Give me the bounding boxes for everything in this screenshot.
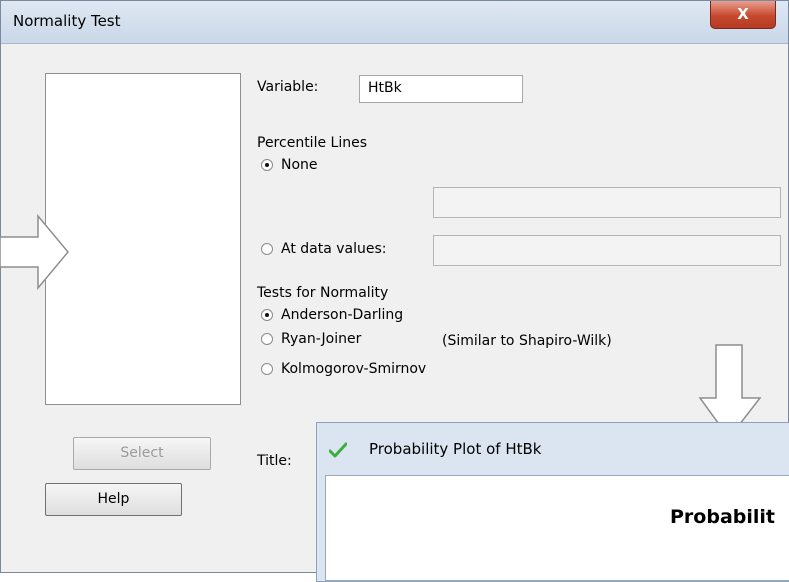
variable-list-box[interactable] [45, 73, 241, 405]
title-label: Title: [257, 453, 292, 469]
percentile-at-data-values-radio[interactable]: At data values: [261, 241, 387, 257]
test-anderson-darling-radio[interactable]: Anderson-Darling [261, 307, 403, 323]
percentile-none-field [433, 187, 781, 218]
percentile-none-radio[interactable]: None [261, 157, 318, 173]
dialog-titlebar[interactable]: Normality Test X [1, 1, 788, 44]
percentile-none-label: None [281, 157, 318, 173]
percentile-data-values-field[interactable] [433, 235, 781, 266]
test-ryan-joiner-radio[interactable]: Ryan-Joiner [261, 331, 361, 347]
radio-checked-indicator [261, 309, 273, 321]
help-button[interactable]: Help [45, 483, 182, 516]
tests-for-normality-label: Tests for Normality [257, 285, 389, 301]
probability-plot-window[interactable]: Probability Plot of HtBk Probabilit N [316, 422, 789, 582]
percentile-lines-label: Percentile Lines [257, 135, 367, 151]
radio-unchecked-indicator [261, 333, 273, 345]
test-kolmogorov-smirnov-radio[interactable]: Kolmogorov-Smirnov [261, 361, 426, 377]
check-icon [329, 442, 347, 458]
close-button[interactable]: X [710, 1, 776, 29]
radio-unchecked-indicator [261, 243, 273, 255]
radio-unchecked-indicator [261, 363, 273, 375]
test-anderson-darling-label: Anderson-Darling [281, 307, 404, 323]
variable-field[interactable]: HtBk [359, 75, 523, 103]
ryan-joiner-note: (Similar to Shapiro-Wilk) [442, 333, 612, 349]
right-arrow-icon [0, 214, 69, 290]
test-ryan-joiner-label: Ryan-Joiner [281, 331, 362, 347]
variable-label: Variable: [257, 79, 319, 95]
select-button[interactable]: Select [73, 437, 211, 470]
percentile-at-data-values-label: At data values: [281, 241, 387, 257]
dialog-title: Normality Test [13, 12, 121, 30]
radio-checked-indicator [261, 159, 273, 171]
plot-heading: Probabilit [670, 506, 775, 528]
test-kolmogorov-smirnov-label: Kolmogorov-Smirnov [281, 361, 427, 377]
plot-window-title: Probability Plot of HtBk [369, 440, 542, 458]
plot-canvas: Probabilit N [325, 475, 789, 581]
